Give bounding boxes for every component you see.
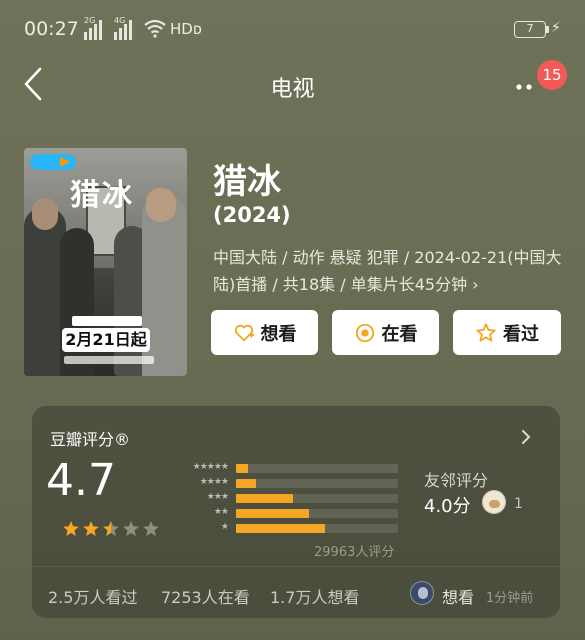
- watched-count[interactable]: 2.5万人看过: [48, 584, 137, 608]
- watching-button[interactable]: 在看: [332, 310, 439, 355]
- distribution-track: [236, 524, 398, 533]
- poster-image[interactable]: 猎冰 2月21日起: [24, 148, 187, 376]
- signal-icon-2: 4G: [114, 16, 132, 40]
- more-options-icon[interactable]: [516, 84, 536, 90]
- distribution-bar: [236, 509, 309, 518]
- rating-star-icon: [123, 521, 139, 536]
- distribution-row: ★: [170, 522, 400, 534]
- battery-tip: [546, 26, 549, 33]
- want-label: 想看: [260, 323, 297, 345]
- rating-star-icon: [103, 521, 119, 536]
- distribution-stars-label: ★: [220, 522, 229, 532]
- distribution-bar: [236, 494, 293, 503]
- user-activity-status: 想看: [442, 588, 475, 607]
- distribution-bar: [236, 479, 257, 488]
- action-buttons: 想看 在看 看过: [211, 310, 561, 355]
- vote-count[interactable]: 29963人评分: [314, 541, 394, 560]
- network-type: HDᴅ: [170, 20, 202, 38]
- rating-score: 4.7: [46, 455, 116, 506]
- watched-button[interactable]: 看过: [453, 310, 561, 355]
- distribution-stars-label: ★★★★★: [192, 462, 229, 472]
- poster-logos: [64, 356, 154, 364]
- tencent-video-logo: [30, 154, 76, 170]
- friend-rating-label: 友邻评分: [424, 471, 489, 490]
- rating-stars: [62, 520, 160, 538]
- friend-count: 1: [514, 496, 523, 512]
- distribution-track: [236, 464, 398, 473]
- want-count[interactable]: 1.7万人想看: [270, 584, 359, 608]
- signal-label: 2G: [84, 16, 96, 25]
- poster-tagline: [72, 316, 142, 326]
- battery-icon: 7: [514, 21, 546, 38]
- poster-date: 2月21日起: [62, 328, 150, 352]
- movie-meta[interactable]: 中国大陆 / 动作 悬疑 犯罪 / 2024-02-21(中国大陆)首播 / 共…: [213, 244, 568, 298]
- movie-year: (2024): [213, 203, 291, 227]
- status-bar: 00:27 2G 4G HDᴅ 7 ⚡: [0, 0, 585, 58]
- target-icon: [355, 323, 374, 342]
- distribution-row: ★★★★★: [170, 462, 400, 474]
- distribution-stars-label: ★★★: [206, 492, 229, 502]
- rating-star-icon: [143, 521, 159, 536]
- rating-title: 豆瓣评分®: [50, 430, 131, 449]
- battery-level: 7: [526, 22, 534, 35]
- notification-badge[interactable]: 15: [537, 60, 567, 90]
- distribution-track: [236, 509, 398, 518]
- want-button[interactable]: 想看: [211, 310, 318, 355]
- charging-icon: ⚡: [551, 20, 561, 36]
- poster-title: 猎冰: [70, 178, 134, 213]
- distribution-stars-label: ★★★★: [199, 477, 229, 487]
- status-time: 00:27: [24, 18, 79, 40]
- distribution-row: ★★★: [170, 492, 400, 504]
- distribution-row: ★★: [170, 507, 400, 519]
- distribution-track: [236, 479, 398, 488]
- user-avatar[interactable]: [410, 581, 434, 605]
- wifi-icon: [144, 19, 166, 38]
- distribution-track: [236, 494, 398, 503]
- rating-star-icon: [63, 521, 79, 536]
- friend-rating-score: 4.0分: [424, 496, 471, 517]
- friend-avatar[interactable]: [482, 490, 506, 514]
- signal-label-2: 4G: [114, 16, 126, 25]
- movie-title: 猎冰: [213, 162, 281, 202]
- signal-icon: 2G: [84, 16, 102, 40]
- rating-star-icon: [83, 521, 99, 536]
- watching-count[interactable]: 7253人在看: [161, 584, 250, 608]
- chevron-right-icon[interactable]: [520, 428, 532, 446]
- watched-label: 看过: [503, 323, 539, 345]
- distribution-bar: [236, 464, 249, 473]
- star-outline-icon: [476, 322, 496, 342]
- distribution-stars-label: ★★: [213, 507, 229, 517]
- divider: [32, 566, 560, 567]
- distribution-bar: [236, 524, 326, 533]
- user-activity-time: 1分钟前: [486, 591, 534, 606]
- watching-label: 在看: [381, 323, 418, 345]
- page-title: 电视: [270, 77, 315, 102]
- distribution-row: ★★★★: [170, 477, 400, 489]
- heart-plus-icon: [234, 324, 254, 341]
